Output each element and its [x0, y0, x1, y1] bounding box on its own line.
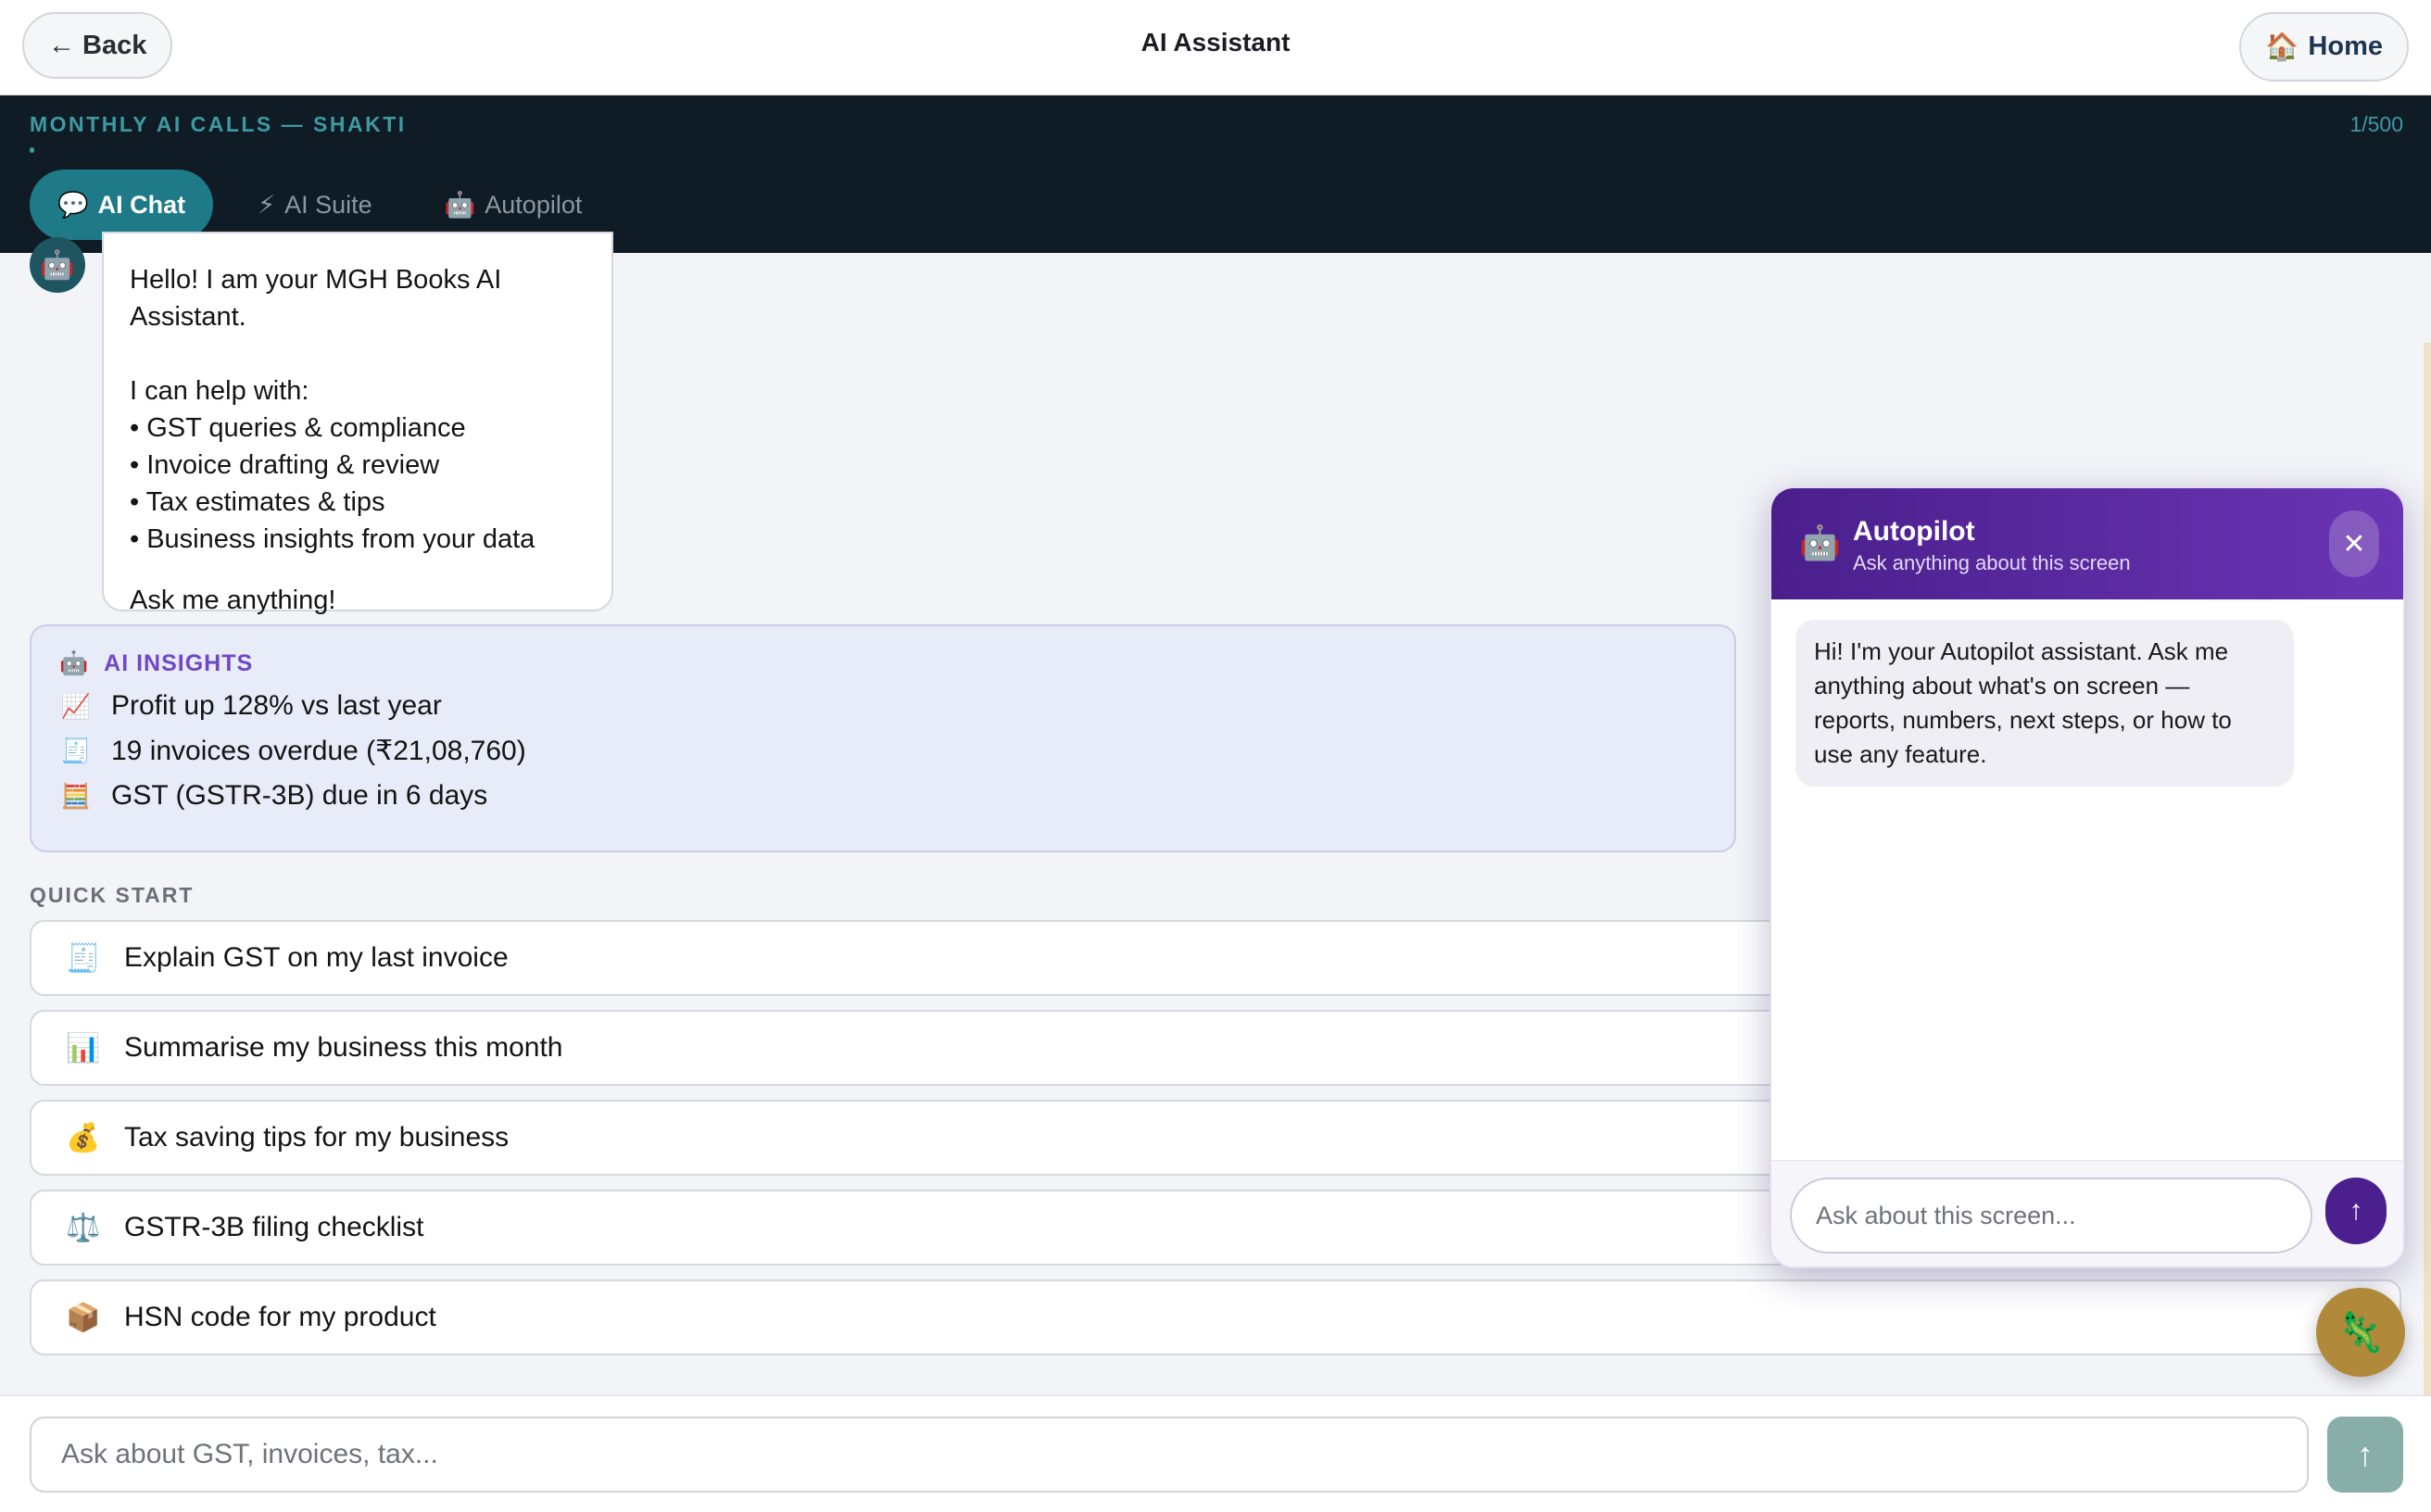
greeting-intro: Hello! I am your MGH Books AI Assistant.	[130, 265, 502, 332]
usage-progress-fill	[30, 147, 35, 153]
greeting-item: • Business insights from your data	[130, 524, 535, 554]
chart-up-icon: 📈	[60, 691, 92, 720]
greeting-item: • Tax estimates & tips	[130, 487, 385, 517]
bar-chart-icon: 📊	[66, 1032, 101, 1064]
insight-text: Profit up 128% vs last year	[111, 690, 442, 721]
ai-insights-card: 🤖 AI INSIGHTS 📈 Profit up 128% vs last y…	[30, 624, 1736, 852]
bot-avatar: 🤖	[30, 237, 85, 293]
insights-header: 🤖 AI INSIGHTS	[59, 650, 1707, 677]
top-bar: ← Back AI Assistant 🏠 Home	[0, 0, 2431, 95]
greeting-help-heading: I can help with:	[130, 376, 309, 406]
robot-icon: 🤖	[1799, 523, 1841, 561]
speech-bubble-icon: 💬	[57, 191, 89, 219]
autopilot-title: Autopilot	[1853, 516, 1975, 547]
lizard-icon: 🦎	[2336, 1309, 2386, 1354]
robot-icon: 🤖	[40, 249, 75, 281]
quick-start-hsn-code[interactable]: 📦 HSN code for my product	[30, 1279, 2401, 1355]
receipt-icon: 🧾	[60, 737, 92, 764]
money-bag-icon: 💰	[66, 1122, 101, 1153]
usage-count: 1/500	[2349, 112, 2403, 136]
quick-start-text: HSN code for my product	[124, 1302, 436, 1332]
tab-label: Autopilot	[485, 190, 583, 219]
robot-icon: 🤖	[59, 650, 90, 676]
page-title: AI Assistant	[1140, 28, 1291, 57]
autopilot-composer: ↑	[1771, 1160, 2403, 1266]
calculator-icon: 🧮	[60, 781, 92, 810]
tab-label: AI Suite	[284, 190, 372, 219]
chat-input[interactable]	[30, 1417, 2309, 1493]
close-icon: ✕	[2342, 528, 2366, 560]
insight-text: GST (GSTR-3B) due in 6 days	[111, 780, 488, 811]
autopilot-input[interactable]	[1790, 1178, 2312, 1254]
tab-label: AI Chat	[97, 190, 186, 219]
autopilot-send-button[interactable]: ↑	[2325, 1178, 2387, 1244]
quick-start-text: Explain GST on my last invoice	[124, 942, 509, 973]
house-icon: 🏠	[2265, 32, 2299, 62]
quick-start-text: Tax saving tips for my business	[124, 1122, 510, 1153]
scroll-track[interactable]	[2424, 343, 2431, 1395]
send-button[interactable]: ↑	[2327, 1417, 2403, 1493]
scales-icon: ⚖️	[66, 1212, 101, 1243]
autopilot-panel: 🤖 Autopilot Ask anything about this scre…	[1770, 486, 2405, 1268]
autopilot-close-button[interactable]: ✕	[2329, 510, 2379, 577]
usage-label: MONTHLY AI CALLS — SHAKTI	[30, 112, 407, 136]
arrow-up-icon: ↑	[2357, 1435, 2374, 1473]
quick-start-text: GSTR-3B filing checklist	[124, 1212, 424, 1242]
greeting-item: • Invoice drafting & review	[130, 450, 440, 480]
assistant-tabs: 💬 AI Chat ⚡ AI Suite 🤖 Autopilot	[30, 170, 610, 240]
autopilot-subtitle: Ask anything about this screen	[1853, 551, 2131, 574]
usage-band: MONTHLY AI CALLS — SHAKTI 1/500 💬 AI Cha…	[0, 95, 2431, 253]
greeting-item: • GST queries & compliance	[130, 413, 466, 443]
greeting-closing: Ask me anything!	[130, 586, 336, 615]
insight-item: 🧮 GST (GSTR-3B) due in 6 days	[59, 780, 1707, 812]
autopilot-header: 🤖 Autopilot Ask anything about this scre…	[1771, 488, 2403, 599]
insight-item: 📈 Profit up 128% vs last year	[59, 690, 1707, 722]
autopilot-fab-button[interactable]: 🦎	[2316, 1288, 2405, 1377]
usage-progress-bar	[30, 147, 2401, 153]
quick-start-label: QUICK START	[30, 883, 195, 907]
quick-start-text: Summarise my business this month	[124, 1032, 563, 1063]
insight-text: 19 invoices overdue (₹21,08,760)	[111, 736, 526, 766]
chat-composer: ↑	[0, 1395, 2431, 1512]
home-button-label: Home	[2308, 32, 2383, 61]
robot-icon: 🤖	[444, 191, 476, 219]
arrow-up-icon: ↑	[2349, 1195, 2363, 1226]
tab-ai-suite[interactable]: ⚡ AI Suite	[230, 170, 400, 240]
insight-item: 🧾 19 invoices overdue (₹21,08,760)	[59, 735, 1707, 767]
autopilot-messages: Hi! I'm your Autopilot assistant. Ask me…	[1771, 599, 2403, 1183]
assistant-greeting-message: Hello! I am your MGH Books AI Assistant.…	[102, 232, 613, 615]
package-icon: 📦	[66, 1302, 101, 1333]
receipt-icon: 🧾	[66, 942, 101, 974]
home-button[interactable]: 🏠 Home	[2239, 12, 2409, 82]
lightning-icon: ⚡	[258, 190, 276, 219]
tab-ai-chat[interactable]: 💬 AI Chat	[30, 170, 214, 240]
tab-autopilot[interactable]: 🤖 Autopilot	[417, 170, 611, 240]
insights-heading: AI INSIGHTS	[104, 650, 254, 676]
autopilot-message: Hi! I'm your Autopilot assistant. Ask me…	[1795, 620, 2294, 787]
